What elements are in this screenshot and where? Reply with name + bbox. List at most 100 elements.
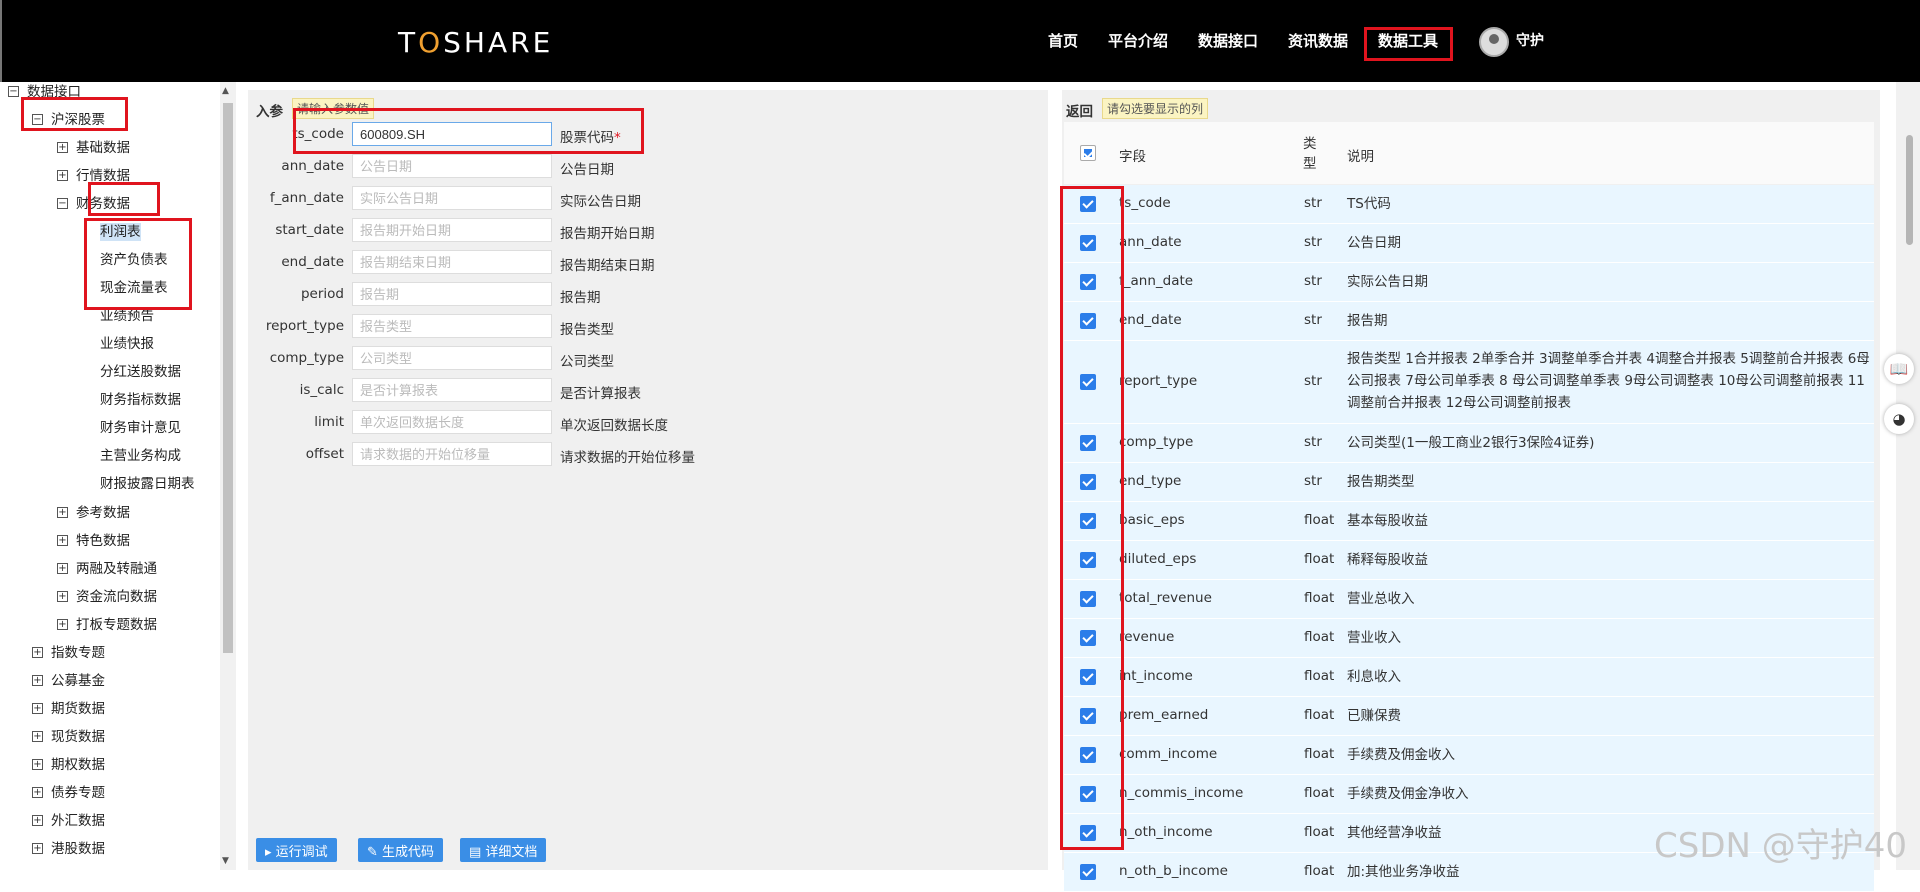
row-checkbox[interactable] — [1080, 313, 1096, 329]
sidebar-scroll-thumb[interactable] — [223, 103, 233, 653]
user-name[interactable]: 守护 — [1516, 30, 1544, 50]
tree-finance-item-5[interactable]: 分红送股数据 — [100, 363, 181, 381]
param-label-start_date: start_date — [275, 222, 344, 238]
tree-sub-2[interactable]: 财务数据 — [76, 195, 130, 213]
page-scroll-thumb[interactable] — [1906, 135, 1913, 245]
row-type: str — [1304, 373, 1322, 389]
watermark: CSDN @守护40 — [1654, 826, 1908, 866]
param-desc-report_type: 报告类型 — [560, 318, 614, 338]
tree-top-after-1-toggle-icon[interactable]: + — [32, 675, 43, 686]
run-debug-button[interactable]: ▸ 运行调试 — [256, 838, 337, 862]
tree-top-after-6[interactable]: 外汇数据 — [51, 812, 105, 830]
tree-finance-item-1[interactable]: 资产负债表 — [100, 251, 168, 269]
scroll-up-icon[interactable]: ▲ — [222, 86, 229, 96]
tree-sub-1[interactable]: 行情数据 — [76, 167, 130, 185]
row-checkbox[interactable] — [1080, 196, 1096, 212]
tree-finance-item-7[interactable]: 财务审计意见 — [100, 419, 181, 437]
tree-top-after-0[interactable]: 指数专题 — [51, 644, 105, 662]
row-checkbox[interactable] — [1080, 552, 1096, 568]
tree-top-after-4-toggle-icon[interactable]: + — [32, 759, 43, 770]
tree-sub-after-0-toggle-icon[interactable]: + — [57, 507, 68, 518]
tree-top-after-5[interactable]: 债券专题 — [51, 784, 105, 802]
row-checkbox[interactable] — [1080, 513, 1096, 529]
param-input-ann_date[interactable] — [352, 154, 552, 178]
tree-sub-after-4-toggle-icon[interactable]: + — [57, 619, 68, 630]
tree-finance-item-4[interactable]: 业绩快报 — [100, 335, 154, 353]
param-input-report_type[interactable] — [352, 314, 552, 338]
nav-data-api[interactable]: 数据接口 — [1198, 30, 1258, 51]
tushare-logo[interactable]: TOSHARE — [398, 26, 553, 59]
tree-sub-1-toggle-icon[interactable]: + — [57, 170, 68, 181]
param-input-period[interactable] — [352, 282, 552, 306]
row-field: report_type — [1119, 373, 1198, 389]
scroll-down-icon[interactable]: ▼ — [222, 856, 229, 866]
row-checkbox[interactable] — [1080, 669, 1096, 685]
tree-top-after-2[interactable]: 期货数据 — [51, 700, 105, 718]
row-checkbox[interactable] — [1080, 435, 1096, 451]
tree-top-after-5-toggle-icon[interactable]: + — [32, 787, 43, 798]
tree-finance-item-2[interactable]: 现金流量表 — [100, 279, 168, 297]
row-checkbox[interactable] — [1080, 374, 1096, 390]
tree-top-after-1[interactable]: 公募基金 — [51, 672, 105, 690]
nav-news-data[interactable]: 资讯数据 — [1288, 30, 1348, 51]
book-icon[interactable]: 📖 — [1884, 354, 1914, 384]
row-field: basic_eps — [1119, 512, 1185, 528]
tree-top-after-3[interactable]: 现货数据 — [51, 728, 105, 746]
row-checkbox[interactable] — [1080, 786, 1096, 802]
tree-root-toggle-icon[interactable]: − — [8, 86, 19, 97]
tree-top-after-4[interactable]: 期权数据 — [51, 756, 105, 774]
tree-finance-item-8[interactable]: 主营业务构成 — [100, 447, 181, 465]
tree-sub-after-1-toggle-icon[interactable]: + — [57, 535, 68, 546]
tree-top-after-6-toggle-icon[interactable]: + — [32, 815, 43, 826]
select-all-checkbox[interactable] — [1080, 145, 1096, 161]
param-input-offset[interactable] — [352, 442, 552, 466]
generate-code-button[interactable]: ✎ 生成代码 — [358, 838, 444, 862]
nav-data-tools[interactable]: 数据工具 — [1378, 30, 1438, 51]
param-input-end_date[interactable] — [352, 250, 552, 274]
tree-top-after-2-toggle-icon[interactable]: + — [32, 703, 43, 714]
tree-top-after-7-toggle-icon[interactable]: + — [32, 843, 43, 854]
tree-sub-after-3[interactable]: 资金流向数据 — [76, 588, 157, 606]
param-label-comp_type: comp_type — [269, 350, 344, 366]
nav-home[interactable]: 首页 — [1048, 30, 1078, 51]
row-checkbox[interactable] — [1080, 747, 1096, 763]
param-input-ts_code[interactable] — [352, 122, 552, 146]
tree-sub-0[interactable]: 基础数据 — [76, 139, 130, 157]
tree-sub-after-2[interactable]: 两融及转融通 — [76, 560, 157, 578]
tree-sub-after-0[interactable]: 参考数据 — [76, 504, 130, 522]
theme-icon[interactable]: ◕ — [1884, 404, 1914, 434]
param-input-is_calc[interactable] — [352, 378, 552, 402]
tree-sub-after-3-toggle-icon[interactable]: + — [57, 591, 68, 602]
tree-sub-after-4[interactable]: 打板专题数据 — [76, 616, 157, 634]
tree-top-after-3-toggle-icon[interactable]: + — [32, 731, 43, 742]
tree-top-after-0-toggle-icon[interactable]: + — [32, 647, 43, 658]
row-checkbox[interactable] — [1080, 235, 1096, 251]
tree-sub-0-toggle-icon[interactable]: + — [57, 142, 68, 153]
nav-platform-intro[interactable]: 平台介绍 — [1108, 30, 1168, 51]
row-checkbox[interactable] — [1080, 708, 1096, 724]
tree-finance-item-6[interactable]: 财务指标数据 — [100, 391, 181, 409]
tree-group[interactable]: 沪深股票 — [51, 111, 105, 129]
param-input-start_date[interactable] — [352, 218, 552, 242]
row-checkbox[interactable] — [1080, 825, 1096, 841]
user-avatar[interactable] — [1479, 27, 1509, 57]
tree-sub-after-1[interactable]: 特色数据 — [76, 532, 130, 550]
param-input-f_ann_date[interactable] — [352, 186, 552, 210]
param-desc-text: 报告期结束日期 — [560, 258, 655, 274]
tree-sub-2-toggle-icon[interactable]: − — [57, 198, 68, 209]
param-input-limit[interactable] — [352, 410, 552, 434]
param-input-comp_type[interactable] — [352, 346, 552, 370]
tree-finance-item-9[interactable]: 财报披露日期表 — [100, 475, 195, 493]
row-checkbox[interactable] — [1080, 591, 1096, 607]
row-checkbox[interactable] — [1080, 474, 1096, 490]
tree-top-after-7[interactable]: 港股数据 — [51, 840, 105, 858]
tree-group-toggle-icon[interactable]: − — [32, 114, 43, 125]
row-checkbox[interactable] — [1080, 864, 1096, 880]
tree-finance-item-3[interactable]: 业绩预告 — [100, 307, 154, 325]
detail-doc-button[interactable]: ▤ 详细文档 — [460, 838, 547, 862]
tree-root[interactable]: 数据接口 — [27, 83, 81, 101]
row-checkbox[interactable] — [1080, 630, 1096, 646]
row-checkbox[interactable] — [1080, 274, 1096, 290]
tree-sub-after-2-toggle-icon[interactable]: + — [57, 563, 68, 574]
tree-finance-item-0[interactable]: 利润表 — [100, 223, 141, 241]
